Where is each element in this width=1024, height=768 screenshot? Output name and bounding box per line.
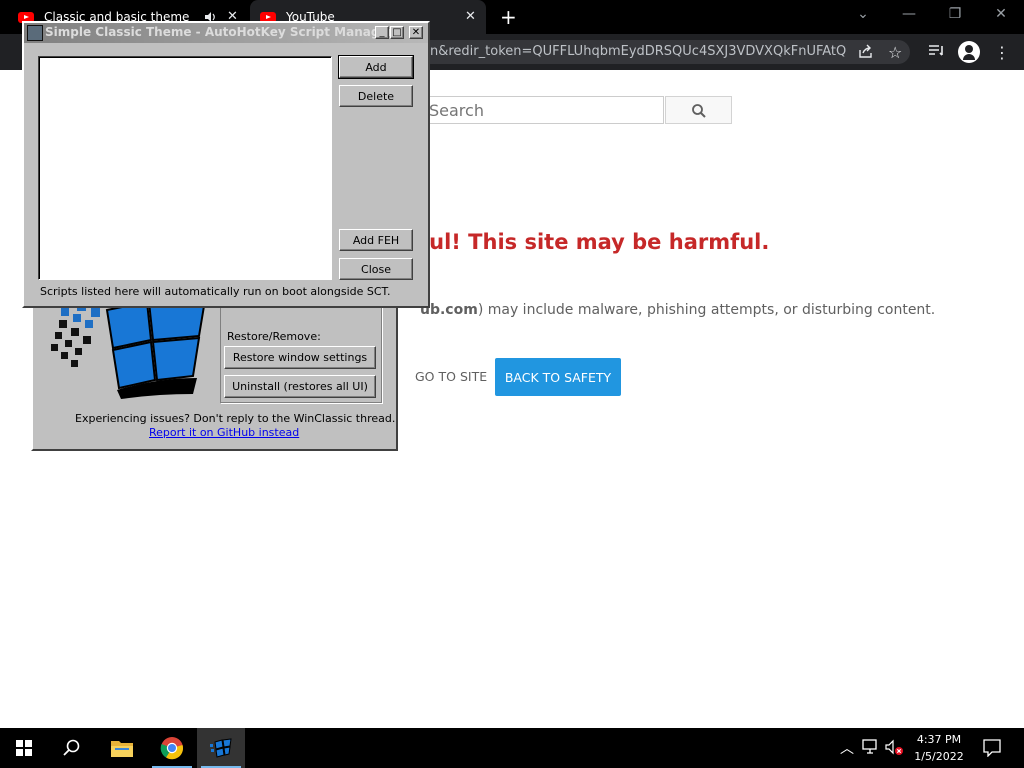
warning-text: ) may include malware, phishing attempts… — [477, 302, 936, 318]
share-icon[interactable] — [858, 44, 874, 59]
search-icon — [692, 104, 706, 118]
folder-icon — [111, 741, 133, 757]
close-tab-icon[interactable]: ✕ — [465, 9, 476, 24]
search-placeholder: Search — [429, 101, 484, 120]
script-manager-footer: Scripts listed here will automatically r… — [40, 285, 391, 298]
warning-description: ub.com) may include malware, phishing at… — [420, 302, 935, 318]
taskbar-chrome[interactable] — [148, 728, 196, 768]
taskbar-simple-classic-theme[interactable] — [197, 728, 245, 768]
restore-remove-label: Restore/Remove: — [227, 330, 321, 343]
minimize-button[interactable]: _ — [375, 26, 389, 39]
network-icon[interactable] — [862, 739, 880, 755]
close-button[interactable]: ✕ — [409, 26, 423, 39]
add-button[interactable]: Add — [338, 55, 414, 79]
clock-date[interactable]: 1/5/2022 — [912, 750, 966, 763]
search-button[interactable] — [665, 96, 732, 124]
issues-notice: Experiencing issues? Don't reply to the … — [75, 412, 396, 425]
warning-title: ful! This site may be harmful. — [420, 230, 770, 254]
tab-search-icon[interactable]: ⌄ — [851, 6, 875, 22]
new-tab-button[interactable]: + — [500, 5, 517, 29]
reading-list-icon[interactable] — [928, 44, 946, 59]
classic-theme-icon — [210, 738, 232, 758]
clock-time[interactable]: 4:37 PM — [912, 733, 966, 746]
show-hidden-icons-chevron-icon[interactable]: ︿ — [840, 738, 854, 758]
windows-flag-logo — [51, 300, 207, 399]
taskbar-file-explorer[interactable] — [98, 728, 146, 768]
uninstall-button[interactable]: Uninstall (restores all UI) — [224, 375, 376, 398]
search-icon[interactable] — [63, 739, 81, 757]
go-to-site-button[interactable]: GO TO SITE — [415, 369, 487, 384]
maximize-button[interactable]: □ — [390, 26, 404, 39]
restore-button[interactable]: ❐ — [943, 6, 967, 22]
url-text[interactable]: n&redir_token=QUFFLUhqbmEydDRSQUc4SXJ3VD… — [430, 44, 846, 59]
chrome-icon — [160, 737, 184, 760]
bookmark-star-icon[interactable]: ☆ — [888, 43, 902, 62]
volume-muted-icon[interactable] — [885, 739, 905, 757]
add-feh-button[interactable]: Add FEH — [339, 229, 413, 251]
close-window-button[interactable]: ✕ — [989, 6, 1013, 22]
close-dialog-button[interactable]: Close — [339, 258, 413, 280]
profile-avatar[interactable] — [958, 41, 980, 63]
script-manager-title: Simple Classic Theme - AutoHotKey Script… — [45, 25, 394, 39]
back-to-safety-button[interactable]: BACK TO SAFETY — [495, 358, 621, 396]
delete-button[interactable]: Delete — [339, 85, 413, 107]
action-center-icon[interactable] — [983, 739, 1001, 757]
app-icon — [27, 25, 43, 41]
restore-window-settings-button[interactable]: Restore window settings — [224, 346, 376, 369]
start-windows-icon[interactable] — [16, 740, 32, 756]
scripts-listbox[interactable] — [38, 56, 332, 280]
github-report-link[interactable]: Report it on GitHub instead — [149, 426, 299, 439]
minimize-button[interactable]: — — [897, 6, 921, 22]
menu-kebab-icon[interactable]: ⋮ — [994, 43, 1010, 62]
